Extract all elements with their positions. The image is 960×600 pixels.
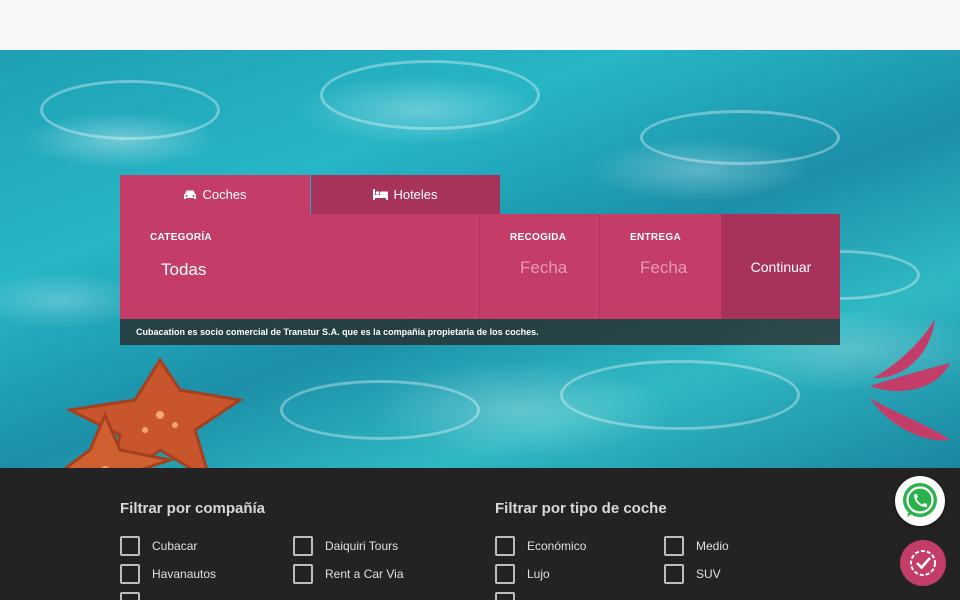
pickup-date-field[interactable]: RECOGIDA Fecha — [480, 214, 600, 319]
dropoff-date-placeholder: Fecha — [640, 258, 688, 277]
tab-hotels-label: Hoteles — [393, 187, 438, 202]
category-value: Todas — [161, 260, 207, 279]
checkbox[interactable] — [495, 592, 515, 600]
checkbox[interactable] — [664, 564, 684, 584]
starfish-image — [63, 357, 244, 468]
checkbox[interactable] — [495, 536, 515, 556]
cookie-consent-button[interactable] — [900, 540, 946, 586]
checkbox-label: Daiquiri Tours — [325, 539, 399, 553]
filter-type-economico[interactable]: Económico — [495, 536, 586, 556]
filter-company-havanautos[interactable]: Havanautos — [120, 564, 216, 584]
continue-button-label: Continuar — [750, 258, 812, 275]
water-ripple — [280, 380, 480, 440]
dropoff-date-field[interactable]: ENTREGA Fecha — [600, 214, 722, 319]
tab-hotels[interactable]: Hoteles — [311, 175, 500, 214]
filter-type-suv[interactable]: SUV — [664, 564, 721, 584]
water-ripple — [40, 80, 220, 140]
top-navigation-bar — [0, 0, 960, 50]
checkbox-label: Lujo — [527, 567, 550, 581]
category-label: CATEGORÍA — [150, 232, 212, 243]
checkbox[interactable] — [293, 536, 313, 556]
checkbox[interactable] — [120, 536, 140, 556]
car-icon — [184, 190, 197, 199]
checkbox[interactable] — [495, 564, 515, 584]
whatsapp-icon — [903, 483, 937, 517]
filter-company-more[interactable] — [120, 592, 140, 600]
checkbox[interactable] — [664, 536, 684, 556]
filter-company-daiquiri-tours[interactable]: Daiquiri Tours — [293, 536, 398, 556]
filter-type-lujo[interactable]: Lujo — [495, 564, 550, 584]
car-search-form: CATEGORÍA Todas RECOGIDA Fecha ENTREGA F… — [120, 214, 840, 319]
checkbox[interactable] — [120, 564, 140, 584]
filter-type-medio[interactable]: Medio — [664, 536, 729, 556]
water-ripple — [640, 110, 840, 165]
category-select[interactable]: CATEGORÍA Todas — [120, 214, 480, 319]
checkbox[interactable] — [293, 564, 313, 584]
checkbox-label: SUV — [696, 567, 721, 581]
water-ripple — [320, 60, 540, 130]
badge-check-icon — [910, 550, 936, 576]
bed-icon — [373, 189, 389, 200]
filter-company-rent-a-car-via[interactable]: Rent a Car Via — [293, 564, 404, 584]
continue-button[interactable]: Continuar — [722, 214, 840, 319]
brand-petals-logo — [870, 318, 950, 441]
dropoff-label: ENTREGA — [630, 232, 681, 243]
filters-section: Filtrar por compañía Filtrar por tipo de… — [0, 468, 960, 600]
car-type-filter-title: Filtrar por tipo de coche — [495, 500, 667, 517]
checkbox-label: Rent a Car Via — [325, 567, 404, 581]
water-ripple — [560, 360, 800, 430]
pickup-label: RECOGIDA — [510, 232, 567, 243]
checkbox-label: Económico — [527, 539, 587, 553]
company-filter-title: Filtrar por compañía — [120, 500, 266, 517]
tab-cars[interactable]: Coches — [120, 175, 310, 214]
partner-notice: Cubacation es socio comercial de Transtu… — [120, 319, 840, 345]
checkbox-label: Cubacar — [152, 539, 198, 553]
checkbox[interactable] — [120, 592, 140, 600]
checkbox-label: Medio — [696, 539, 729, 553]
filter-type-more[interactable] — [495, 592, 515, 600]
checkbox-label: Havanautos — [152, 567, 217, 581]
whatsapp-button[interactable] — [895, 476, 945, 526]
filter-company-cubacar[interactable]: Cubacar — [120, 536, 197, 556]
pickup-date-placeholder: Fecha — [520, 258, 568, 277]
tab-cars-label: Coches — [202, 187, 247, 202]
booking-tabs: Coches Hoteles — [120, 175, 500, 214]
